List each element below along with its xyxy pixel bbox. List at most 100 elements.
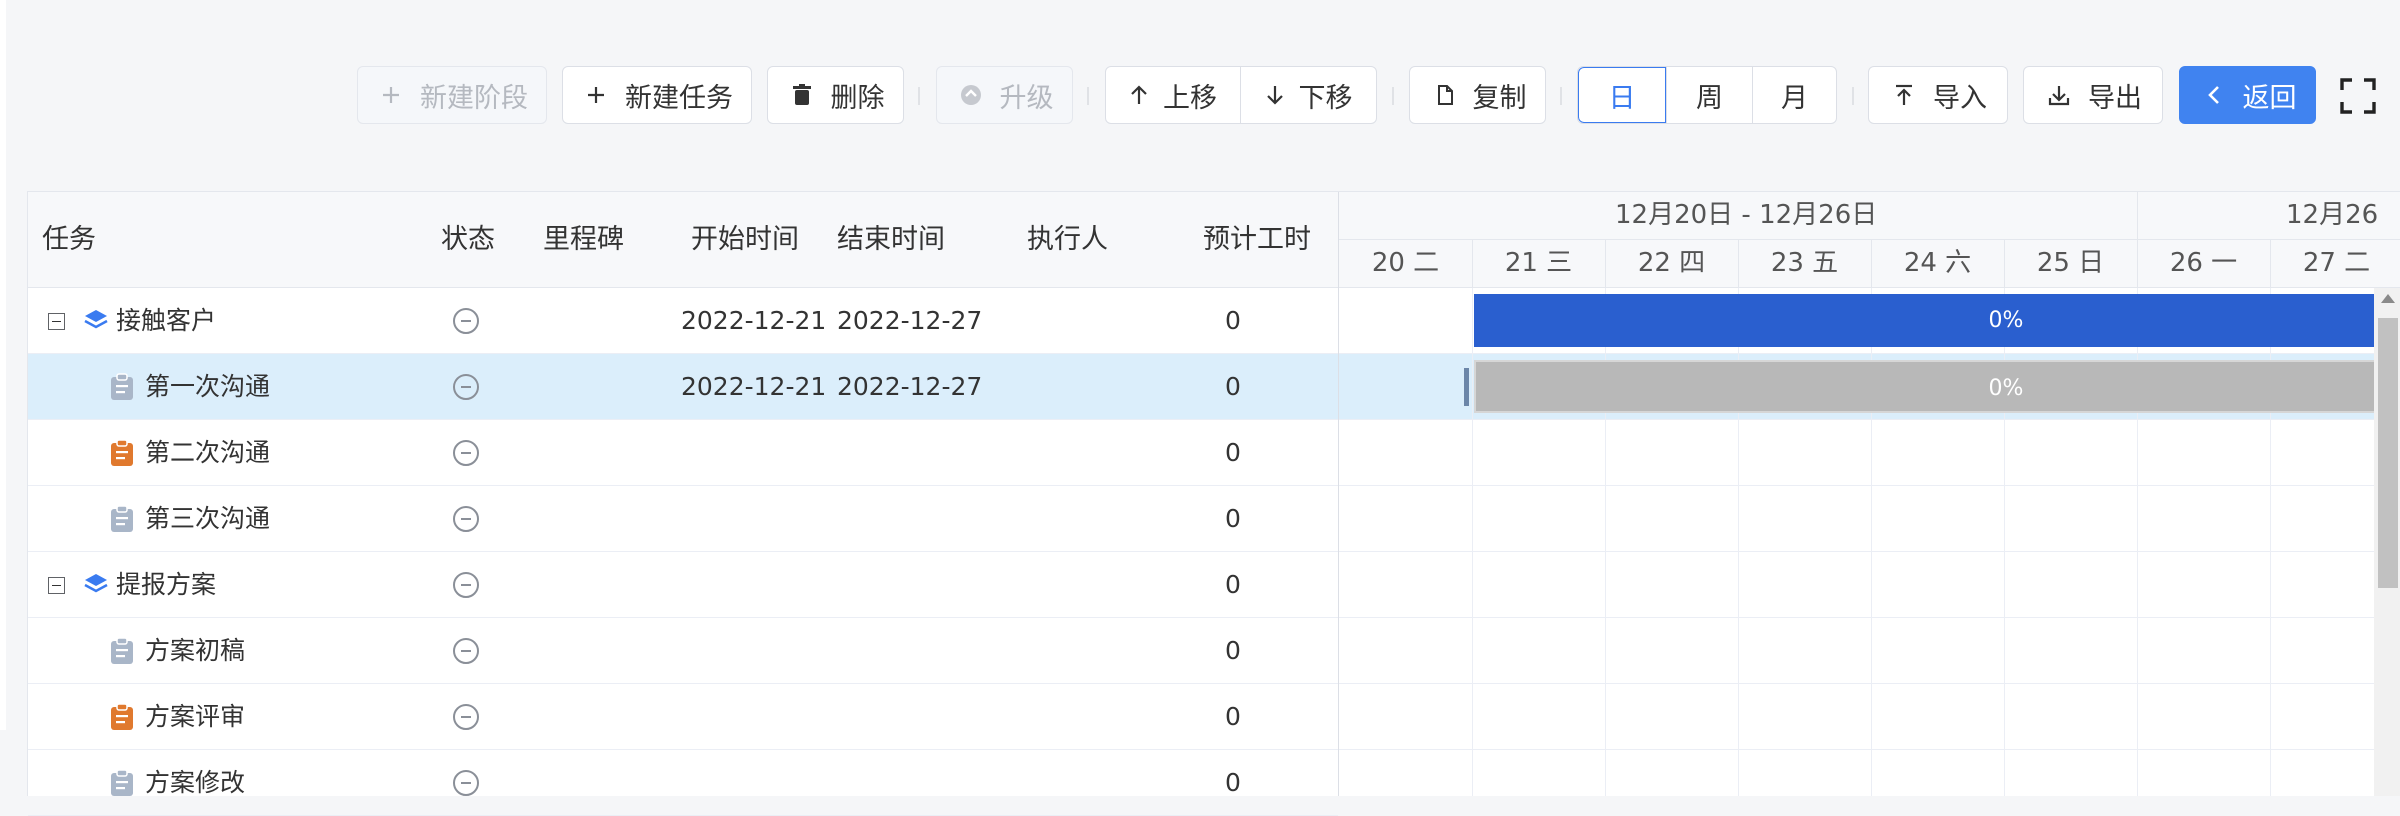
task-name[interactable]: 方案初稿 bbox=[145, 618, 245, 684]
gantt-task-bar[interactable]: 0% bbox=[1474, 360, 2400, 413]
header-status[interactable]: 状态 bbox=[441, 192, 495, 287]
task-name[interactable]: 提报方案 bbox=[116, 552, 216, 618]
estimated-hours[interactable]: 0 bbox=[1183, 552, 1283, 618]
start-date[interactable]: 2022-12-21 bbox=[681, 354, 826, 420]
export-label: 导出 bbox=[2088, 82, 2142, 114]
toolbar: 新建阶段 新建任务 删除 升级 上移 下移 复制 日 周 月 导入 导出 返回 bbox=[0, 66, 2400, 126]
import-label: 导入 bbox=[1933, 82, 1987, 114]
estimated-hours[interactable]: 0 bbox=[1183, 420, 1283, 486]
header-estimated-hours[interactable]: 预计工时 bbox=[1203, 192, 1311, 287]
gantt-day-divider bbox=[2137, 240, 2138, 287]
gantt-grid-hline bbox=[1339, 485, 2400, 486]
move-down-button[interactable]: 下移 bbox=[1240, 67, 1376, 123]
header-task[interactable]: 任务 bbox=[42, 192, 96, 287]
upgrade-label: 升级 bbox=[999, 82, 1054, 114]
back-button[interactable]: 返回 bbox=[2179, 66, 2316, 124]
task-clipboard-icon bbox=[110, 637, 134, 665]
scrollbar-thumb[interactable] bbox=[2378, 318, 2398, 588]
estimated-hours[interactable]: 0 bbox=[1183, 486, 1283, 552]
gantt-grid-vline bbox=[1472, 288, 1473, 796]
header-assignee[interactable]: 执行人 bbox=[1027, 192, 1108, 287]
upgrade-button[interactable]: 升级 bbox=[936, 66, 1073, 124]
table-row[interactable]: 第三次沟通 0 bbox=[28, 486, 1338, 552]
gantt-grid-hline bbox=[1339, 749, 2400, 750]
stage-layers-icon bbox=[83, 308, 109, 334]
gantt-day-label: 20 二 bbox=[1371, 248, 1440, 278]
status-pending-icon[interactable] bbox=[453, 506, 479, 532]
toolbar-divider bbox=[1560, 87, 1562, 105]
toolbar-divider bbox=[918, 87, 920, 105]
delete-button[interactable]: 删除 bbox=[767, 66, 904, 124]
task-name[interactable]: 方案修改 bbox=[145, 750, 245, 816]
new-stage-button[interactable]: 新建阶段 bbox=[357, 66, 547, 124]
estimated-hours[interactable]: 0 bbox=[1183, 618, 1283, 684]
task-name[interactable]: 第二次沟通 bbox=[145, 420, 270, 486]
task-name[interactable]: 第三次沟通 bbox=[145, 486, 270, 552]
estimated-hours[interactable]: 0 bbox=[1183, 750, 1283, 816]
status-pending-icon[interactable] bbox=[453, 440, 479, 466]
gantt-day-label: 27 二 bbox=[2302, 248, 2371, 278]
table-row[interactable]: 方案初稿 0 bbox=[28, 618, 1338, 684]
view-week-button[interactable]: 周 bbox=[1666, 67, 1752, 123]
task-clipboard-icon bbox=[110, 505, 134, 533]
estimated-hours[interactable]: 0 bbox=[1183, 354, 1283, 420]
header-end-time[interactable]: 结束时间 bbox=[837, 192, 945, 287]
status-pending-icon[interactable] bbox=[453, 308, 479, 334]
view-day-button[interactable]: 日 bbox=[1578, 67, 1666, 123]
task-name[interactable]: 方案评审 bbox=[145, 684, 245, 750]
new-stage-label: 新建阶段 bbox=[420, 82, 528, 114]
table-row[interactable]: 第一次沟通 2022-12-21 2022-12-27 0 bbox=[28, 354, 1338, 420]
copy-button[interactable]: 复制 bbox=[1409, 66, 1546, 124]
move-up-button[interactable]: 上移 bbox=[1106, 67, 1240, 123]
status-pending-icon[interactable] bbox=[453, 374, 479, 400]
task-name[interactable]: 接触客户 bbox=[116, 288, 216, 354]
estimated-hours[interactable]: 0 bbox=[1183, 684, 1283, 750]
header-start-time[interactable]: 开始时间 bbox=[691, 192, 799, 287]
new-task-button[interactable]: 新建任务 bbox=[562, 66, 752, 124]
view-month-button[interactable]: 月 bbox=[1752, 67, 1836, 123]
gantt-day-divider bbox=[1738, 240, 1739, 287]
toolbar-divider bbox=[1392, 87, 1394, 105]
status-pending-icon[interactable] bbox=[453, 638, 479, 664]
fullscreen-icon[interactable] bbox=[2338, 76, 2378, 116]
stage-layers-icon bbox=[83, 572, 109, 598]
gantt-grid: 0% 0% bbox=[1339, 288, 2400, 796]
status-pending-icon[interactable] bbox=[453, 572, 479, 598]
table-row[interactable]: 接触客户 2022-12-21 2022-12-27 0 bbox=[28, 288, 1338, 354]
scroll-up-arrow-icon[interactable] bbox=[2381, 294, 2395, 303]
status-pending-icon[interactable] bbox=[453, 770, 479, 796]
gantt-day-divider bbox=[2004, 240, 2005, 287]
gantt-day-label: 22 四 bbox=[1637, 248, 1706, 278]
collapse-toggle-icon[interactable] bbox=[48, 577, 65, 594]
new-task-label: 新建任务 bbox=[625, 82, 733, 114]
gantt-table-panel: 任务 状态 里程碑 开始时间 结束时间 执行人 预计工时 接触客户 2022-12… bbox=[27, 191, 2400, 816]
end-date[interactable]: 2022-12-27 bbox=[837, 288, 982, 354]
gantt-week-header: 12月20日 - 12月26日 12月26 bbox=[1339, 192, 2400, 240]
trash-icon bbox=[787, 80, 817, 110]
table-row[interactable]: 方案修改 0 bbox=[28, 750, 1338, 816]
collapse-toggle-icon[interactable] bbox=[48, 313, 65, 330]
header-milestone[interactable]: 里程碑 bbox=[543, 192, 624, 287]
gantt-task-bar[interactable]: 0% bbox=[1474, 294, 2400, 347]
bar-drag-handle[interactable] bbox=[1464, 368, 1469, 406]
gantt-grid-hline bbox=[1339, 617, 2400, 618]
arrow-down-icon bbox=[1265, 84, 1285, 106]
table-row[interactable]: 第二次沟通 0 bbox=[28, 420, 1338, 486]
gantt-day-label: 21 三 bbox=[1504, 248, 1573, 278]
task-name[interactable]: 第一次沟通 bbox=[145, 354, 270, 420]
import-button[interactable]: 导入 bbox=[1868, 66, 2008, 124]
upgrade-icon bbox=[956, 80, 986, 110]
table-row[interactable]: 方案评审 0 bbox=[28, 684, 1338, 750]
start-date[interactable]: 2022-12-21 bbox=[681, 288, 826, 354]
table-header: 任务 状态 里程碑 开始时间 结束时间 执行人 预计工时 bbox=[28, 192, 1338, 288]
status-pending-icon[interactable] bbox=[453, 704, 479, 730]
table-row[interactable]: 提报方案 0 bbox=[28, 552, 1338, 618]
vertical-scrollbar[interactable] bbox=[2374, 288, 2400, 796]
chevron-left-icon bbox=[2199, 80, 2229, 110]
estimated-hours[interactable]: 0 bbox=[1183, 288, 1283, 354]
toolbar-divider bbox=[1852, 87, 1854, 105]
task-clipboard-icon bbox=[110, 439, 134, 467]
export-button[interactable]: 导出 bbox=[2023, 66, 2163, 124]
gantt-grid-hline bbox=[1339, 419, 2400, 420]
end-date[interactable]: 2022-12-27 bbox=[837, 354, 982, 420]
